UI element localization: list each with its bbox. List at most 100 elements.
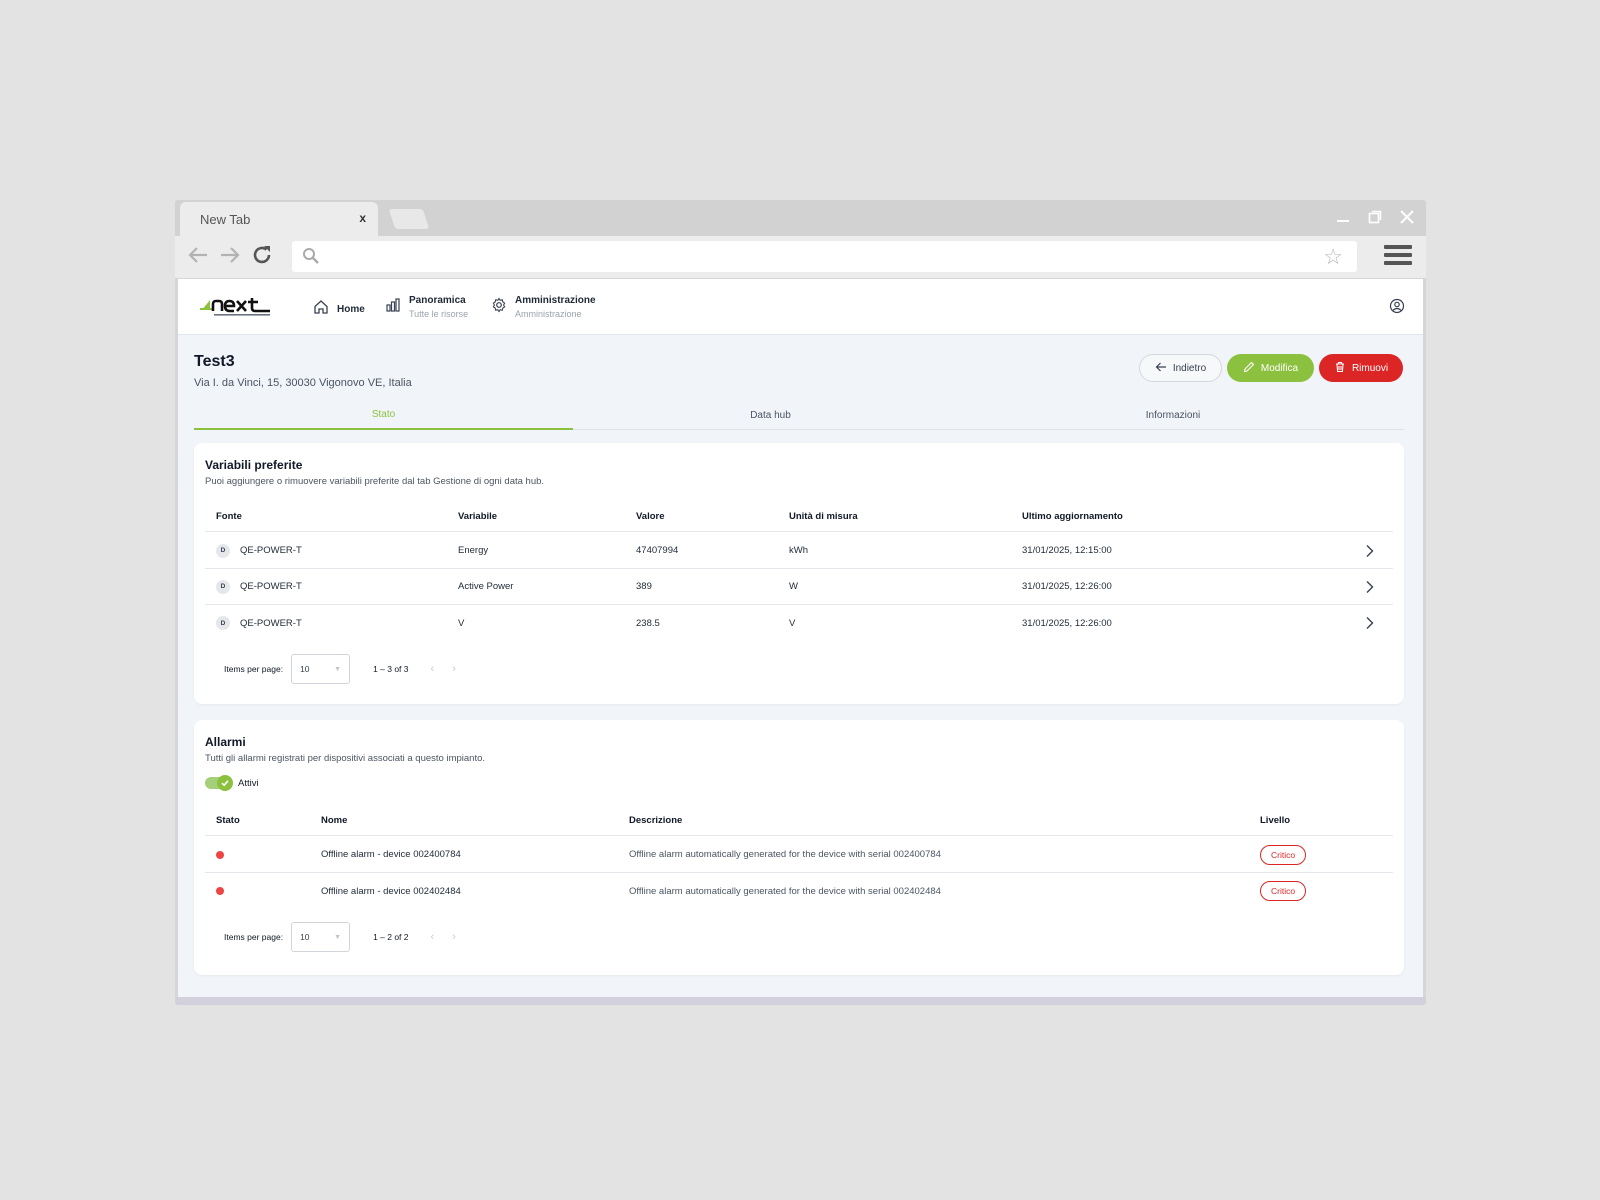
- unit-cell: V: [789, 617, 796, 629]
- items-per-page-select[interactable]: 10 ▼: [291, 654, 351, 684]
- status-dot-icon: [216, 887, 224, 895]
- alarms-card: Allarmi Tutti gli allarmi registrati per…: [194, 720, 1404, 975]
- reload-icon[interactable]: [251, 244, 273, 272]
- alarms-paginator: Items per page: 10 ▼ 1 – 2 of 2 ‹ ›: [224, 922, 456, 952]
- value-cell: 47407994: [636, 545, 679, 556]
- tab-strip: New Tab x: [175, 200, 1426, 236]
- next-page-icon[interactable]: ›: [452, 931, 456, 943]
- nav-home[interactable]: Home: [313, 299, 365, 320]
- toggle-switch[interactable]: [205, 775, 233, 791]
- alarms-subtitle: Tutti gli allarmi registrati per disposi…: [205, 753, 486, 764]
- nav-panoramica-subtitle: Tutte le risorse: [409, 309, 469, 319]
- variable-cell: Active Power: [458, 581, 514, 592]
- nav-amministrazione[interactable]: Amministrazione Amministrazione: [491, 295, 596, 319]
- col-descrizione[interactable]: Descrizione: [629, 806, 682, 835]
- updated-cell: 31/01/2025, 12:26:00: [1022, 617, 1112, 629]
- address-bar[interactable]: ☆: [292, 241, 1357, 272]
- next-page-icon[interactable]: ›: [452, 663, 456, 675]
- nav-amministrazione-text: Amministrazione Amministrazione: [515, 295, 596, 319]
- back-arrow-icon[interactable]: [187, 244, 209, 272]
- chevron-right-icon[interactable]: [1365, 544, 1375, 561]
- chevron-right-icon[interactable]: [1365, 580, 1375, 597]
- tab-close-icon[interactable]: x: [359, 211, 366, 225]
- nav-amministrazione-subtitle: Amministrazione: [515, 309, 582, 319]
- device-badge: D: [216, 579, 230, 594]
- page-title: Test3: [194, 353, 235, 370]
- maximize-icon[interactable]: [1366, 208, 1384, 226]
- nav-panoramica-label: Panoramica: [409, 295, 466, 306]
- minimize-icon[interactable]: [1334, 208, 1352, 226]
- table-row[interactable]: Offline alarm - device 002400784 Offline…: [205, 837, 1393, 873]
- bar-chart-icon: [385, 297, 401, 318]
- chevron-right-icon[interactable]: [1365, 616, 1375, 633]
- remove-button[interactable]: Rimuovi: [1319, 354, 1403, 382]
- level-cell: Critico: [1260, 873, 1307, 909]
- company-logo[interactable]: [200, 296, 272, 323]
- status-cell: [216, 873, 224, 909]
- table-row[interactable]: D QE-POWER-T Energy 47407994 kWh 31/01/2…: [205, 533, 1393, 569]
- tab-data-hub[interactable]: Data hub: [573, 401, 968, 430]
- source-name: QE-POWER-T: [240, 545, 302, 556]
- updated-cell: 31/01/2025, 12:15:00: [1022, 545, 1112, 556]
- browser-tab[interactable]: New Tab x: [180, 202, 378, 236]
- edit-button[interactable]: Modifica: [1227, 354, 1314, 382]
- browser-menu-icon[interactable]: [1384, 245, 1412, 269]
- search-icon: [302, 247, 320, 270]
- remove-button-label: Rimuovi: [1351, 362, 1389, 374]
- col-ultimo-aggiornamento[interactable]: Ultimo aggiornamento: [1022, 502, 1123, 531]
- tab-stato[interactable]: Stato: [194, 401, 573, 430]
- home-icon: [313, 299, 329, 320]
- variable-cell: V: [458, 617, 465, 629]
- variable-cell: Energy: [458, 545, 489, 556]
- level-badge: Critico: [1260, 881, 1307, 901]
- col-livello[interactable]: Livello: [1260, 806, 1290, 835]
- col-fonte[interactable]: Fonte: [216, 502, 242, 531]
- col-valore[interactable]: Valore: [636, 502, 665, 531]
- favorites-title: Variabili preferite: [205, 458, 303, 472]
- alarm-name: Offline alarm - device 002400784: [321, 849, 461, 860]
- bookmark-star-icon[interactable]: ☆: [1323, 244, 1343, 270]
- previous-page-icon[interactable]: ‹: [431, 663, 435, 675]
- col-stato[interactable]: Stato: [216, 806, 240, 835]
- active-toggle[interactable]: Attivi: [205, 775, 259, 791]
- pencil-icon: [1243, 361, 1255, 376]
- favorites-card: Variabili preferite Puoi aggiungere o ri…: [194, 443, 1404, 704]
- source-cell: D QE-POWER-T: [216, 605, 302, 641]
- window-controls: [1334, 208, 1416, 226]
- close-window-icon[interactable]: [1398, 208, 1416, 226]
- favorites-subtitle: Puoi aggiungere o rimuovere variabili pr…: [205, 476, 545, 487]
- app-header: Home Panoramica Tutte le risorse Amminis…: [178, 279, 1423, 335]
- value-cell: 389: [636, 581, 652, 592]
- items-per-page-select[interactable]: 10 ▼: [291, 922, 351, 952]
- source-cell: D QE-POWER-T: [216, 533, 302, 568]
- nav-panoramica[interactable]: Panoramica Tutte le risorse: [385, 295, 468, 319]
- device-badge: D: [216, 616, 230, 630]
- source-cell: D QE-POWER-T: [216, 569, 302, 604]
- browser-bottom-bar: [175, 997, 1426, 1005]
- previous-page-icon[interactable]: ‹: [431, 931, 435, 943]
- new-tab-button[interactable]: [388, 209, 430, 229]
- forward-arrow-icon[interactable]: [219, 244, 241, 272]
- nav-panoramica-text: Panoramica Tutte le risorse: [409, 295, 468, 319]
- page-viewport: Home Panoramica Tutte le risorse Amminis…: [178, 279, 1423, 997]
- items-per-page-value: 10: [300, 932, 310, 942]
- col-nome[interactable]: Nome: [321, 806, 347, 835]
- tab-informazioni[interactable]: Informazioni: [968, 401, 1378, 430]
- browser-toolbar: ☆: [175, 236, 1426, 278]
- table-row[interactable]: Offline alarm - device 002402484 Offline…: [205, 873, 1393, 909]
- updated-cell: 31/01/2025, 12:26:00: [1022, 581, 1112, 592]
- table-row[interactable]: D QE-POWER-T V 238.5 V 31/01/2025, 12:26…: [205, 605, 1393, 641]
- alarm-description: Offline alarm automatically generated fo…: [629, 885, 941, 897]
- site-address: Via I. da Vinci, 15, 30030 Vigonovo VE, …: [194, 377, 412, 389]
- items-per-page-value: 10: [300, 664, 310, 674]
- caret-down-icon: ▼: [334, 665, 342, 673]
- table-row[interactable]: D QE-POWER-T Active Power 389 W 31/01/20…: [205, 569, 1393, 605]
- nav-amministrazione-label: Amministrazione: [515, 295, 596, 306]
- col-unita[interactable]: Unità di misura: [789, 502, 858, 531]
- back-button[interactable]: Indietro: [1139, 354, 1222, 382]
- source-name: QE-POWER-T: [240, 617, 302, 629]
- user-account-icon[interactable]: [1389, 298, 1405, 319]
- favorites-paginator: Items per page: 10 ▼ 1 – 3 of 3 ‹ ›: [224, 654, 456, 684]
- alarm-name: Offline alarm - device 002402484: [321, 885, 461, 897]
- col-variabile[interactable]: Variabile: [458, 502, 497, 531]
